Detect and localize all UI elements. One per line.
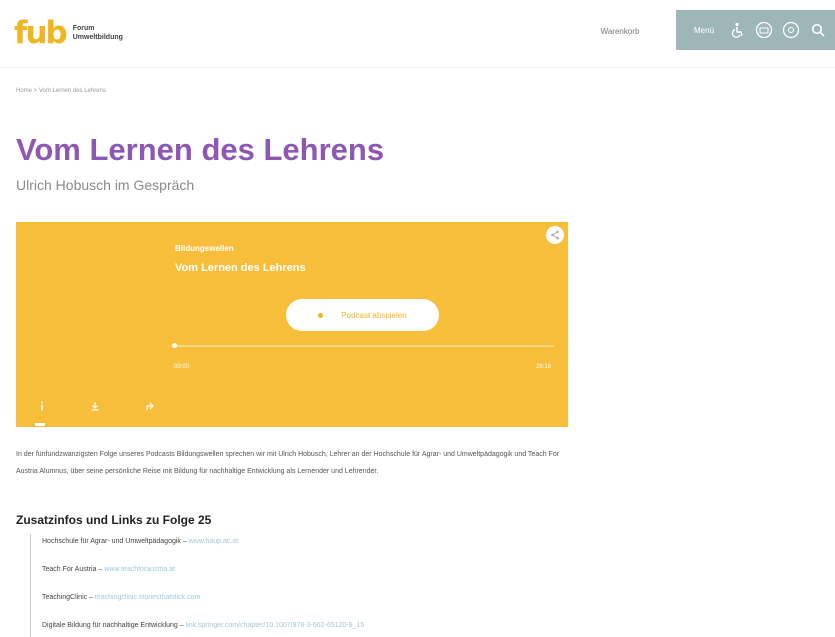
share-icon[interactable] (144, 399, 158, 413)
player-share-button[interactable] (546, 226, 564, 244)
menu-button[interactable]: Menü (694, 26, 714, 35)
link-url[interactable]: link.springer.com/chapter/10.1007/978-3-… (186, 622, 365, 629)
search-icon[interactable] (808, 19, 827, 41)
active-tab-indicator (35, 423, 45, 426)
progress-knob[interactable] (172, 343, 177, 348)
link-label: Digitale Bildung für nachhaltige Entwick… (42, 622, 186, 629)
page-title: Vom Lernen des Lehrens (16, 132, 385, 167)
podcast-name: Bildungswellen (175, 244, 234, 253)
link-label: TeachingClinic – (42, 594, 95, 601)
link-url[interactable]: www.haup.ac.at (189, 538, 238, 545)
links-heading: Zusatzinfos und Links zu Folge 25 (16, 513, 212, 527)
link-url[interactable]: teachingclinic.storiesthatstick.com (95, 594, 200, 601)
list-item: Digitale Bildung für nachhaltige Entwick… (42, 622, 364, 629)
logo-text: Forum Umweltbildung (73, 24, 123, 42)
accessibility-icon[interactable] (728, 19, 747, 41)
progress-bar[interactable] (172, 345, 554, 347)
link-url[interactable]: www.teachforaustria.at (104, 566, 175, 573)
info-icon[interactable] (35, 399, 49, 413)
list-item: Teach For Austria – www.teachforaustria.… (42, 566, 175, 573)
logo-mark: fub (14, 15, 68, 51)
cart-link[interactable]: Warenkorb (586, 18, 654, 44)
breadcrumb[interactable]: Home > Vom Lernen des Lehrens (16, 88, 106, 94)
time-elapsed: 00:00 (174, 364, 190, 370)
list-item: TeachingClinic – teachingclinic.storiest… (42, 594, 200, 601)
site-header: fub Forum Umweltbildung Warenkorb Menü (0, 0, 835, 68)
globe-icon[interactable] (782, 19, 801, 41)
logo-line-1: Forum (72, 25, 95, 32)
podcast-player: Bildungswellen Vom Lernen des Lehrens Po… (16, 222, 568, 427)
links-list: Hochschule für Agrar- und Umweltpädagogi… (30, 534, 570, 637)
easy-language-icon[interactable] (755, 19, 774, 41)
header-menu-bar: Menü (676, 10, 835, 50)
site-logo[interactable]: fub Forum Umweltbildung (14, 15, 123, 51)
link-label: Hochschule für Agrar- und Umweltpädagogi… (42, 538, 189, 545)
link-label: Teach For Austria – (42, 566, 105, 573)
play-button[interactable]: Podcast abspielen (286, 299, 439, 331)
episode-description: In der fünfundzwanzigsten Folge unseres … (16, 451, 560, 475)
download-icon[interactable] (88, 399, 102, 413)
logo-line-2: Umweltbildung (72, 34, 123, 41)
play-button-label: Podcast abspielen (341, 310, 407, 320)
page-subtitle: Ulrich Hobusch im Gespräch (16, 177, 195, 193)
play-icon (318, 312, 324, 318)
episode-title: Vom Lernen des Lehrens (175, 262, 306, 274)
time-total: 26:18 (536, 364, 552, 370)
list-item: Hochschule für Agrar- und Umweltpädagogi… (42, 538, 238, 545)
